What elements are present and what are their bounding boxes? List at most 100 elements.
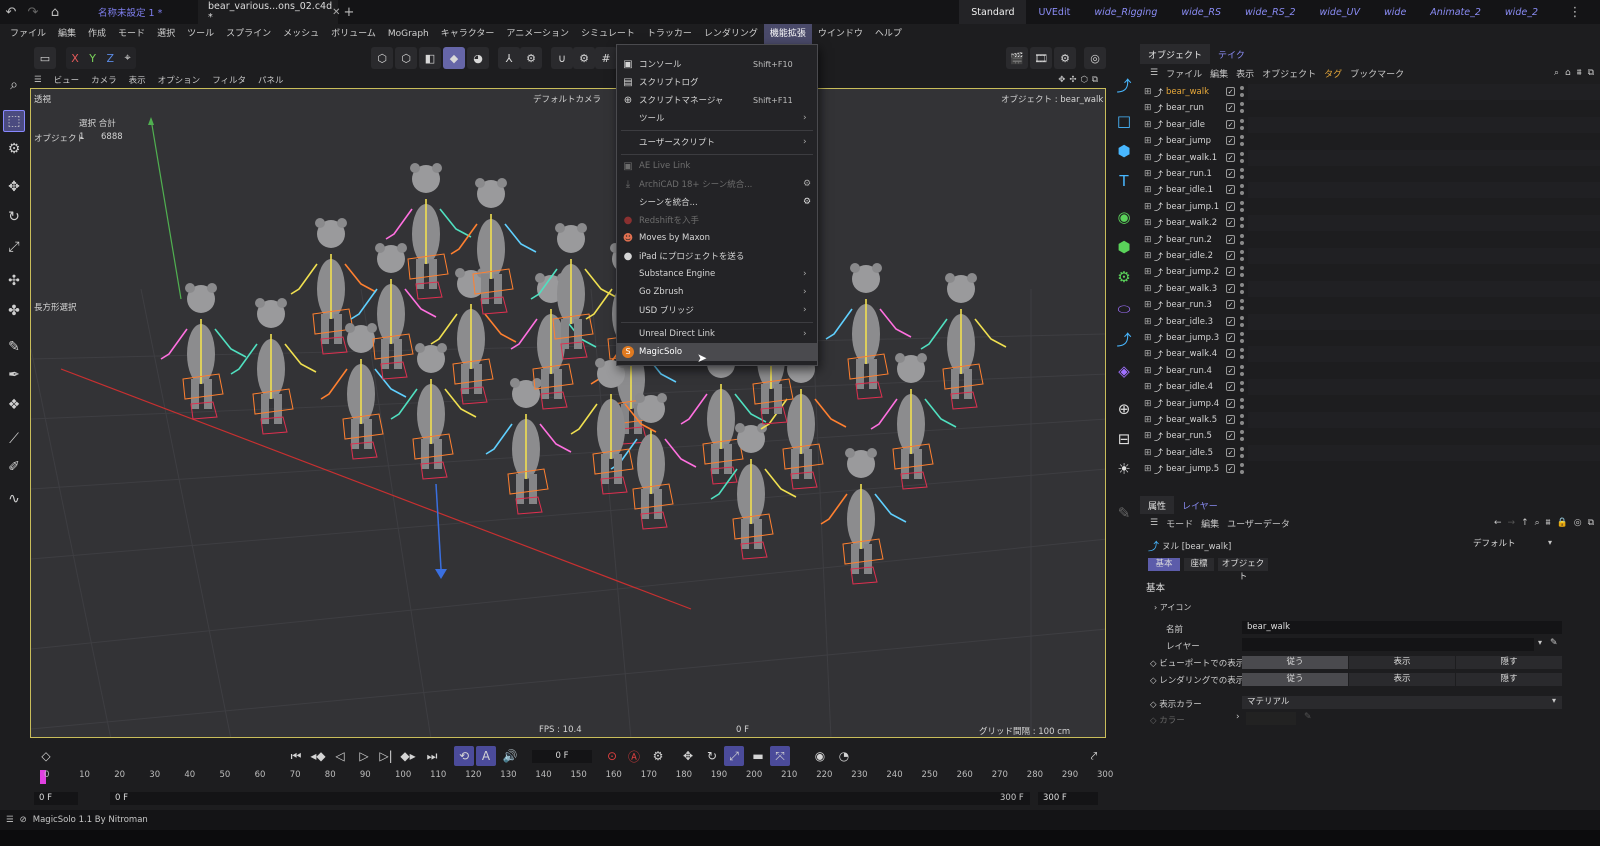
- chevron-down-icon[interactable]: ▾: [1538, 638, 1542, 647]
- name-field[interactable]: bear_walk: [1242, 621, 1562, 634]
- search-icon[interactable]: ⌕: [3, 74, 25, 96]
- object-row[interactable]: ⊞ ⤴ bear_idle.5: [1140, 445, 1240, 461]
- vp-menu-view[interactable]: ビュー: [48, 74, 86, 86]
- layout-standard[interactable]: Standard: [959, 0, 1027, 24]
- render-vis-hide[interactable]: 隠す: [1456, 673, 1562, 686]
- menu-item-ipad[interactable]: ● iPad にプロジェクトを送る: [617, 247, 817, 265]
- texture-mode-icon[interactable]: ◕: [467, 47, 489, 69]
- menu-volume[interactable]: ボリューム: [325, 24, 382, 44]
- object-row[interactable]: ⊞ ⤴ bear_jump.3: [1140, 330, 1240, 346]
- smooth-icon[interactable]: ∿: [3, 488, 25, 510]
- go-to-end-icon[interactable]: ⏭: [422, 746, 442, 766]
- home-icon[interactable]: ⌂: [1562, 68, 1574, 78]
- home-icon[interactable]: ⌂: [44, 0, 66, 24]
- expand-icon[interactable]: ⊞: [1144, 235, 1154, 245]
- pla-key-icon[interactable]: ⤧: [770, 746, 790, 766]
- menu-edit[interactable]: 編集: [52, 24, 82, 44]
- loop-icon[interactable]: ⟲: [454, 746, 474, 766]
- object-mode-icon[interactable]: ▭: [34, 47, 56, 69]
- render-dots-icon[interactable]: [1240, 414, 1244, 426]
- object-row[interactable]: ⊞ ⤴ bear_run.3: [1140, 297, 1240, 313]
- visibility-checkbox[interactable]: ✓: [1226, 333, 1235, 342]
- viewport-nav-icons[interactable]: ✥✣⬡⧉: [1052, 75, 1108, 85]
- layout-uvedit[interactable]: UVEdit: [1026, 0, 1082, 24]
- text-icon[interactable]: T: [1113, 170, 1135, 192]
- subtab-basic[interactable]: 基本: [1148, 558, 1180, 571]
- visibility-checkbox[interactable]: ✓: [1226, 267, 1235, 277]
- chevron-down-icon[interactable]: ▾: [1548, 538, 1552, 547]
- autokey-icon[interactable]: Ⓐ: [624, 746, 644, 766]
- viewport-vis-hide[interactable]: 隠す: [1456, 656, 1562, 669]
- deformer-icon[interactable]: ⬭: [1113, 298, 1135, 320]
- visibility-checkbox[interactable]: ✓: [1226, 185, 1235, 195]
- layout-wide-uv[interactable]: wide_UV: [1308, 0, 1373, 24]
- start-frame-field[interactable]: 0 F: [34, 792, 78, 805]
- play-icon[interactable]: ▷: [354, 746, 374, 766]
- doc-tab-bear[interactable]: bear_various...ons_02.c4d * ✕: [198, 0, 341, 24]
- new-panel-icon[interactable]: ⧉: [1585, 518, 1600, 528]
- next-frame-icon[interactable]: ▷|: [376, 746, 396, 766]
- expand-icon[interactable]: ⊞: [1144, 87, 1154, 97]
- menu-item-substance[interactable]: Substance Engine ›: [617, 265, 817, 283]
- timeline-ruler[interactable]: 0 10 20 30 40 50 60 70 80 90 100 110 120 130 140 150 160…: [40, 770, 1113, 788]
- lock-icon[interactable]: 🔒: [1553, 518, 1570, 528]
- expand-icon[interactable]: ⊞: [1144, 120, 1154, 130]
- obj-menu-view[interactable]: 表示: [1232, 67, 1258, 80]
- range-bar[interactable]: 0 F: [110, 792, 1030, 805]
- menu-spline[interactable]: スプライン: [220, 24, 277, 44]
- icon-group-toggle[interactable]: › アイコン: [1154, 602, 1191, 613]
- visibility-checkbox[interactable]: ✓: [1226, 398, 1235, 408]
- back-arrow-icon[interactable]: ←: [1491, 518, 1505, 528]
- object-row[interactable]: ⊞ ⤴ bear_jump.2: [1140, 264, 1240, 280]
- menu-extensions[interactable]: 機能拡張: [763, 24, 812, 44]
- axis-tool-icon[interactable]: ⅄: [498, 47, 520, 69]
- object-row[interactable]: ⊞ ⤴ bear_idle.2: [1140, 248, 1240, 264]
- object-row[interactable]: ⊞ ⤴ bear_run.2: [1140, 232, 1240, 248]
- object-row[interactable]: ⊞ ⤴ bear_jump: [1140, 133, 1240, 149]
- snap-move-icon[interactable]: ✤: [3, 300, 25, 322]
- filter-icon[interactable]: ⩩: [1543, 518, 1554, 528]
- menu-character[interactable]: キャラクター: [435, 24, 501, 44]
- menu-item-moves[interactable]: ☻ Moves by Maxon: [617, 229, 817, 247]
- visibility-checkbox[interactable]: ✓: [1226, 447, 1235, 457]
- expand-icon[interactable]: ⊞: [1144, 464, 1154, 474]
- y-axis-button[interactable]: Y: [89, 52, 96, 65]
- pen-icon[interactable]: ✒: [3, 364, 25, 386]
- expand-icon[interactable]: ⊞: [1144, 185, 1154, 195]
- hamburger-icon[interactable]: ☰: [1146, 518, 1162, 528]
- render-dots-icon[interactable]: [1240, 332, 1244, 344]
- visibility-checkbox[interactable]: ✓: [1226, 300, 1235, 310]
- param-key-icon[interactable]: ▬: [748, 746, 768, 766]
- menu-tools[interactable]: ツール: [181, 24, 220, 44]
- cube-icon[interactable]: ⬢: [1113, 140, 1135, 162]
- attr-menu-mode[interactable]: モード: [1162, 517, 1197, 530]
- render-dots-icon[interactable]: [1240, 463, 1244, 475]
- object-row[interactable]: ⊞ ⤴ bear_jump.4: [1140, 396, 1240, 412]
- object-row[interactable]: ⊞ ⤴ bear_run: [1140, 100, 1240, 116]
- record-icon[interactable]: ⊙: [602, 746, 622, 766]
- spline-icon[interactable]: □: [1113, 110, 1135, 132]
- object-row[interactable]: ⊞ ⤴ bear_idle.3: [1140, 314, 1240, 330]
- menu-mograph[interactable]: MoGraph: [382, 24, 435, 44]
- expand-icon[interactable]: ⊞: [1144, 333, 1154, 343]
- visibility-checkbox[interactable]: ✓: [1226, 316, 1235, 326]
- move-key-icon[interactable]: ✥: [678, 746, 698, 766]
- object-row[interactable]: ⊞ ⤴ bear_run.5: [1140, 428, 1240, 444]
- current-frame-field[interactable]: 0 F: [532, 750, 592, 763]
- hamburger-icon[interactable]: ☰: [28, 75, 48, 85]
- coord-system-icon[interactable]: ⌖: [125, 51, 131, 65]
- vp-menu-options[interactable]: オプション: [152, 74, 207, 86]
- render-dots-icon[interactable]: [1240, 250, 1244, 262]
- plus-icon[interactable]: +: [338, 0, 360, 24]
- vp-menu-display[interactable]: 表示: [123, 74, 152, 86]
- render-dots-icon[interactable]: [1240, 266, 1244, 278]
- generator-icon[interactable]: ◉: [1113, 206, 1135, 228]
- search-icon[interactable]: ⌕: [1532, 518, 1543, 528]
- points-mode-icon[interactable]: ⬡: [371, 47, 393, 69]
- render-dots-icon[interactable]: [1240, 151, 1244, 164]
- render-dots-icon[interactable]: [1240, 217, 1244, 229]
- edges-mode-icon[interactable]: ⬡: [395, 47, 417, 69]
- rotate-icon[interactable]: ↻: [3, 206, 25, 228]
- layer-field[interactable]: [1242, 638, 1534, 651]
- grid-icon[interactable]: #: [595, 47, 617, 69]
